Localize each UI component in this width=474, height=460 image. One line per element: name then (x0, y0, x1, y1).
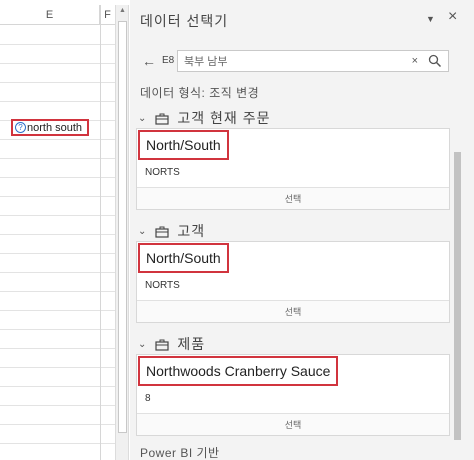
search-icon[interactable] (428, 54, 442, 68)
group-header-customers[interactable]: ⌄ 고객 (138, 221, 205, 241)
select-button[interactable]: 선택 (137, 413, 449, 435)
results-scrollbar[interactable] (452, 104, 462, 442)
chevron-down-icon[interactable]: ⌄ (138, 226, 147, 237)
results-scrollbar-thumb[interactable] (454, 152, 461, 440)
select-button[interactable]: 선택 (137, 300, 449, 322)
result-card[interactable]: North/South NORTS 선택 (136, 128, 450, 210)
chevron-down-icon[interactable]: ▼ (426, 14, 435, 24)
briefcase-icon (155, 112, 169, 125)
result-card[interactable]: Northwoods Cranberry Sauce 8 선택 (136, 354, 450, 436)
result-card[interactable]: North/South NORTS 선택 (136, 241, 450, 323)
arrow-left-icon[interactable]: ← (142, 53, 156, 69)
result-subtitle: 8 (145, 393, 151, 404)
result-subtitle: NORTS (145, 280, 180, 291)
chevron-down-icon[interactable]: ⌄ (138, 113, 147, 124)
group-header-products[interactable]: ⌄ 제품 (138, 334, 205, 354)
chevron-down-icon[interactable]: ⌄ (138, 339, 147, 350)
group-label: 제품 (177, 336, 206, 352)
result-title[interactable]: North/South (138, 243, 229, 273)
search-input[interactable]: 북부 남부 × (177, 50, 449, 72)
result-title[interactable]: Northwoods Cranberry Sauce (138, 356, 339, 386)
search-input-value[interactable]: 북부 남부 (184, 53, 412, 69)
cell-reference: E8 (162, 55, 175, 66)
cell-value: north south (27, 121, 83, 134)
data-type-label[interactable]: 데이터 형식: 조직 변경 (140, 84, 259, 101)
grid-lines (0, 26, 115, 460)
selected-cell[interactable]: ? north south (11, 119, 89, 136)
column-header-f[interactable]: F (100, 5, 115, 25)
question-icon[interactable]: ? (15, 122, 26, 133)
group-header-current-orders[interactable]: ⌄ 고객 현재 주문 (138, 108, 270, 128)
data-selector-pane: 데이터 선택기 ▼ × ← E8 북부 남부 × 데이터 형식: 조직 변경 ⌄… (130, 0, 474, 460)
briefcase-icon (155, 225, 169, 238)
column-divider (100, 5, 101, 460)
scroll-up-arrow-icon[interactable]: ▲ (119, 7, 126, 14)
result-title[interactable]: North/South (138, 130, 229, 160)
group-label: 고객 (177, 223, 206, 239)
select-button[interactable]: 선택 (137, 187, 449, 209)
clear-search-icon[interactable]: × (412, 55, 418, 67)
scrollbar-thumb[interactable] (118, 21, 127, 433)
group-label: 고객 현재 주문 (177, 110, 271, 126)
spreadsheet-grid[interactable]: E F ? north south (0, 0, 115, 460)
briefcase-icon (155, 338, 169, 351)
result-subtitle: NORTS (145, 167, 180, 178)
close-icon[interactable]: × (448, 9, 457, 25)
footer-powered-by: Power BI 기반 (140, 446, 220, 460)
sheet-vertical-scrollbar[interactable]: ▲ (115, 5, 129, 460)
column-header-e[interactable]: E (0, 5, 100, 25)
pane-title: 데이터 선택기 (140, 13, 229, 29)
